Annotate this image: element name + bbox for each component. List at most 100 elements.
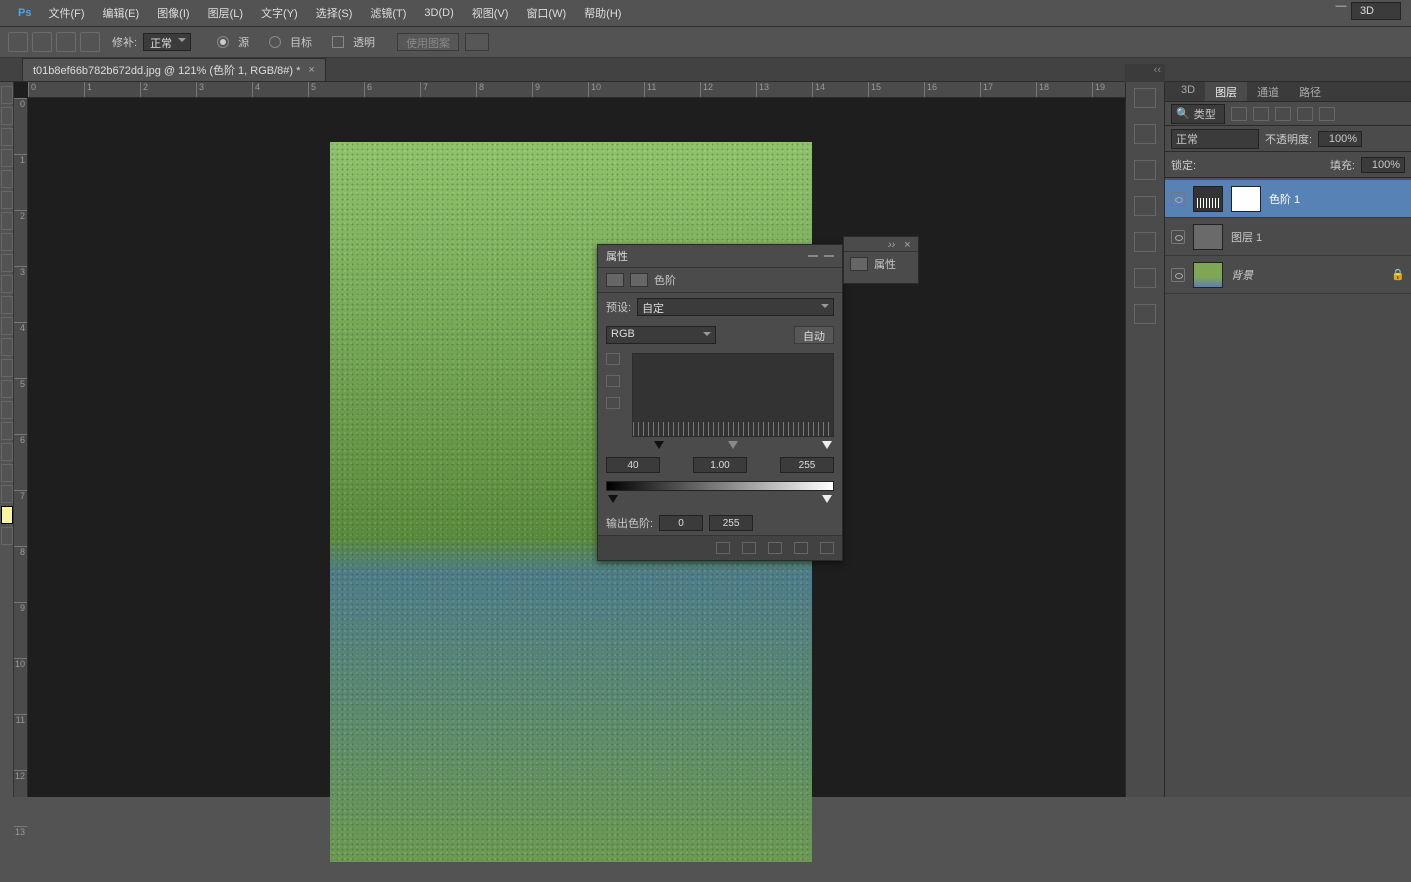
layer-name[interactable]: 背景 — [1231, 267, 1253, 283]
white-point-slider[interactable] — [822, 441, 832, 449]
lock-pixels-icon[interactable] — [1222, 158, 1236, 172]
pattern-picker[interactable] — [465, 33, 489, 51]
eyedropper-gray-icon[interactable] — [606, 375, 620, 387]
clip-icon[interactable] — [716, 542, 730, 554]
tab-channels[interactable]: 通道 — [1247, 82, 1289, 101]
layer-row[interactable]: 图层 1 — [1165, 218, 1411, 256]
input-sliders[interactable] — [632, 441, 834, 453]
workspace-select[interactable]: 3D — [1351, 2, 1401, 20]
blend-mode-select[interactable]: 正常 — [1171, 129, 1259, 149]
sel-add-icon[interactable] — [32, 32, 52, 52]
out-black-slider[interactable] — [608, 495, 618, 503]
trash-icon[interactable] — [820, 542, 834, 554]
menu-file[interactable]: 文件(F) — [39, 5, 93, 21]
properties-tab-header[interactable]: 属性 — [598, 245, 842, 268]
visibility-icon[interactable] — [794, 542, 808, 554]
channel-select[interactable]: RGB — [606, 326, 716, 344]
filter-adjust-icon[interactable] — [1253, 107, 1269, 121]
visibility-toggle[interactable] — [1171, 192, 1185, 206]
use-pattern-button[interactable]: 使用图案 — [397, 33, 459, 51]
tab-layers[interactable]: 图层 — [1205, 82, 1247, 101]
view-previous-icon[interactable] — [742, 542, 756, 554]
lock-position-icon[interactable] — [1242, 158, 1256, 172]
tools-panel-icon[interactable] — [1134, 304, 1156, 324]
filter-shape-icon[interactable] — [1297, 107, 1313, 121]
filter-smart-icon[interactable] — [1319, 107, 1335, 121]
menu-select[interactable]: 选择(S) — [307, 5, 362, 21]
tool-history[interactable] — [1, 275, 13, 293]
input-black[interactable] — [606, 457, 660, 473]
tool-dodge[interactable] — [1, 359, 13, 377]
filter-pixel-icon[interactable] — [1231, 107, 1247, 121]
sel-new-icon[interactable] — [8, 32, 28, 52]
menu-image[interactable]: 图像(I) — [148, 5, 198, 21]
tool-brush[interactable] — [1, 233, 13, 251]
menu-3d[interactable]: 3D(D) — [415, 7, 462, 19]
transparent-check[interactable] — [332, 36, 344, 48]
visibility-toggle[interactable] — [1171, 268, 1185, 282]
menu-type[interactable]: 文字(Y) — [252, 5, 307, 21]
tool-hand[interactable] — [1, 464, 13, 482]
layer-mask-thumb[interactable] — [1231, 186, 1261, 212]
panel-collapse-icon[interactable] — [824, 255, 834, 257]
source-radio[interactable] — [217, 36, 229, 48]
visibility-toggle[interactable] — [1171, 230, 1185, 244]
adjustments-panel-icon[interactable] — [1134, 160, 1156, 180]
tool-zoom[interactable] — [1, 485, 13, 503]
panel-menu-icon[interactable] — [808, 255, 818, 257]
layer-thumb[interactable] — [1193, 224, 1223, 250]
document-tab[interactable]: t01b8ef66b782b672dd.jpg @ 121% (色阶 1, RG… — [22, 58, 326, 81]
layer-name[interactable]: 图层 1 — [1231, 229, 1262, 245]
layer-row[interactable]: 背景 🔒 — [1165, 256, 1411, 294]
swatches-panel-icon[interactable] — [1134, 124, 1156, 144]
menu-help[interactable]: 帮助(H) — [575, 5, 630, 21]
tool-marquee[interactable] — [1, 86, 13, 104]
tool-crop[interactable] — [1, 170, 13, 188]
lock-all-icon[interactable] — [1262, 158, 1276, 172]
dest-radio[interactable] — [269, 36, 281, 48]
close-tab-icon[interactable]: × — [308, 64, 314, 76]
sel-int-icon[interactable] — [80, 32, 100, 52]
layer-thumb-levels[interactable] — [1193, 186, 1223, 212]
preset-select[interactable]: 自定 — [637, 298, 834, 316]
character-panel-icon[interactable] — [1134, 232, 1156, 252]
styles-panel-icon[interactable] — [1134, 196, 1156, 216]
output-white[interactable] — [709, 515, 753, 531]
filter-kind-select[interactable]: 🔍 类型 — [1171, 104, 1225, 124]
panel-collapse-arrows[interactable]: ‹‹ — [1125, 64, 1165, 82]
paragraph-panel-icon[interactable] — [1134, 268, 1156, 288]
reset-icon[interactable] — [768, 542, 782, 554]
gamma-slider[interactable] — [728, 441, 738, 449]
eyedropper-black-icon[interactable] — [606, 353, 620, 365]
tab-paths[interactable]: 路径 — [1289, 82, 1331, 101]
filter-type-icon[interactable] — [1275, 107, 1291, 121]
eyedropper-white-icon[interactable] — [606, 397, 620, 409]
lock-trans-icon[interactable] — [1202, 158, 1216, 172]
input-white[interactable] — [780, 457, 834, 473]
tool-path[interactable] — [1, 422, 13, 440]
menu-edit[interactable]: 编辑(E) — [94, 5, 149, 21]
properties-dock[interactable]: ››× 属性 — [843, 236, 919, 284]
menu-window[interactable]: 窗口(W) — [517, 5, 575, 21]
tool-pen[interactable] — [1, 380, 13, 398]
out-white-slider[interactable] — [822, 495, 832, 503]
menu-view[interactable]: 视图(V) — [463, 5, 518, 21]
tool-heal[interactable] — [1, 212, 13, 230]
layer-thumb-bg[interactable] — [1193, 262, 1223, 288]
sel-sub-icon[interactable] — [56, 32, 76, 52]
tool-stamp[interactable] — [1, 254, 13, 272]
layer-row[interactable]: 色阶 1 — [1165, 180, 1411, 218]
dock-close-icon[interactable]: × — [904, 239, 914, 249]
tool-eyedrop[interactable] — [1, 191, 13, 209]
auto-button[interactable]: 自动 — [794, 326, 834, 344]
tool-shape[interactable] — [1, 443, 13, 461]
color-swatch[interactable] — [1, 506, 13, 524]
fill-value[interactable]: 100% — [1361, 157, 1405, 173]
layer-name[interactable]: 色阶 1 — [1269, 191, 1300, 207]
opacity-value[interactable]: 100% — [1318, 131, 1362, 147]
tool-move[interactable] — [1, 107, 13, 125]
color-panel-icon[interactable] — [1134, 88, 1156, 108]
output-black[interactable] — [659, 515, 703, 531]
tool-quickmask[interactable] — [1, 527, 13, 545]
menu-layer[interactable]: 图层(L) — [199, 5, 252, 21]
